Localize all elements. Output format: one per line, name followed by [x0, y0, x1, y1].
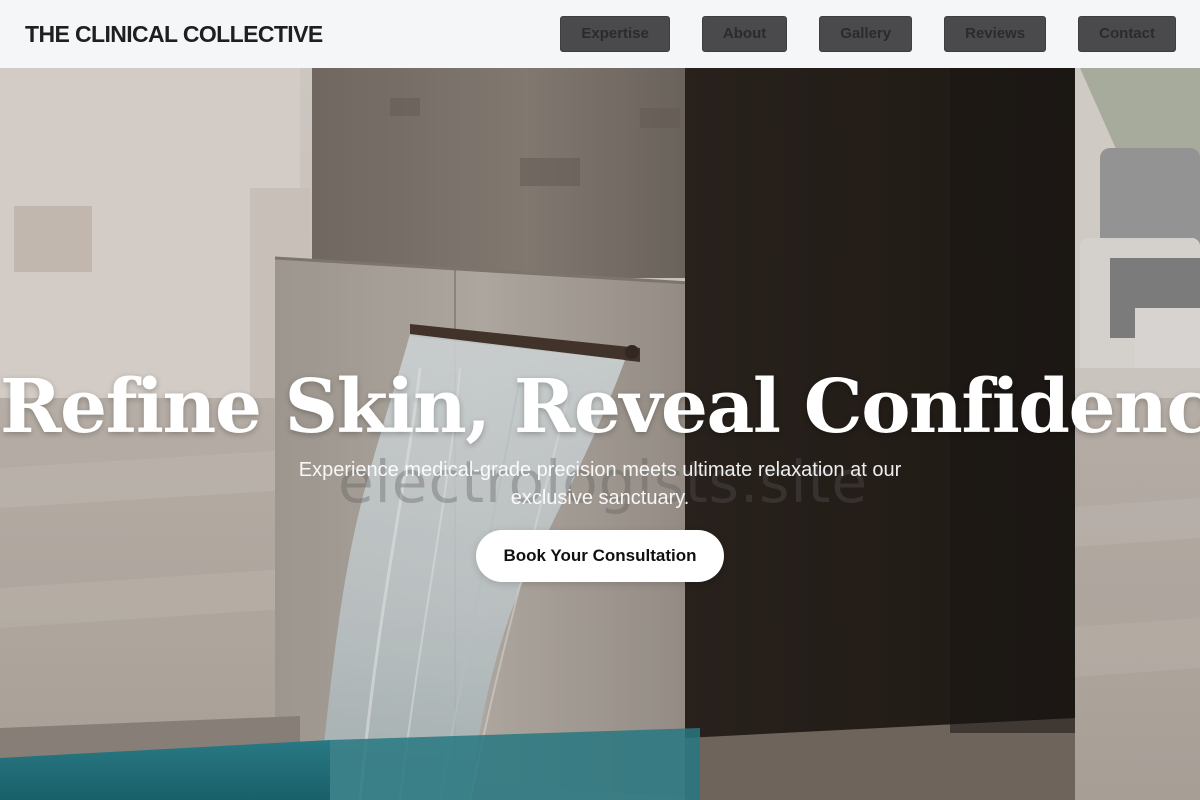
- nav-contact-button[interactable]: Contact: [1078, 16, 1176, 52]
- hero-headline: Refine Skin, Reveal Confidence.: [0, 364, 1200, 450]
- nav-reviews-button[interactable]: Reviews: [944, 16, 1047, 52]
- hero-subtext: Experience medical-grade precision meets…: [298, 459, 902, 509]
- site-header: THE CLINICAL COLLECTIVE Expertise About …: [0, 0, 1200, 68]
- nav-expertise-button[interactable]: Expertise: [560, 16, 670, 52]
- book-consultation-button[interactable]: Book Your Consultation: [476, 530, 724, 582]
- nav-gallery-button[interactable]: Gallery: [819, 16, 913, 52]
- main-nav: Expertise About Gallery Reviews Contact: [560, 16, 1176, 52]
- brand-logo-text[interactable]: THE CLINICAL COLLECTIVE: [25, 21, 323, 48]
- hero-section: electrologists.site Refine Skin, Reveal …: [0, 68, 1200, 800]
- nav-about-button[interactable]: About: [701, 16, 788, 52]
